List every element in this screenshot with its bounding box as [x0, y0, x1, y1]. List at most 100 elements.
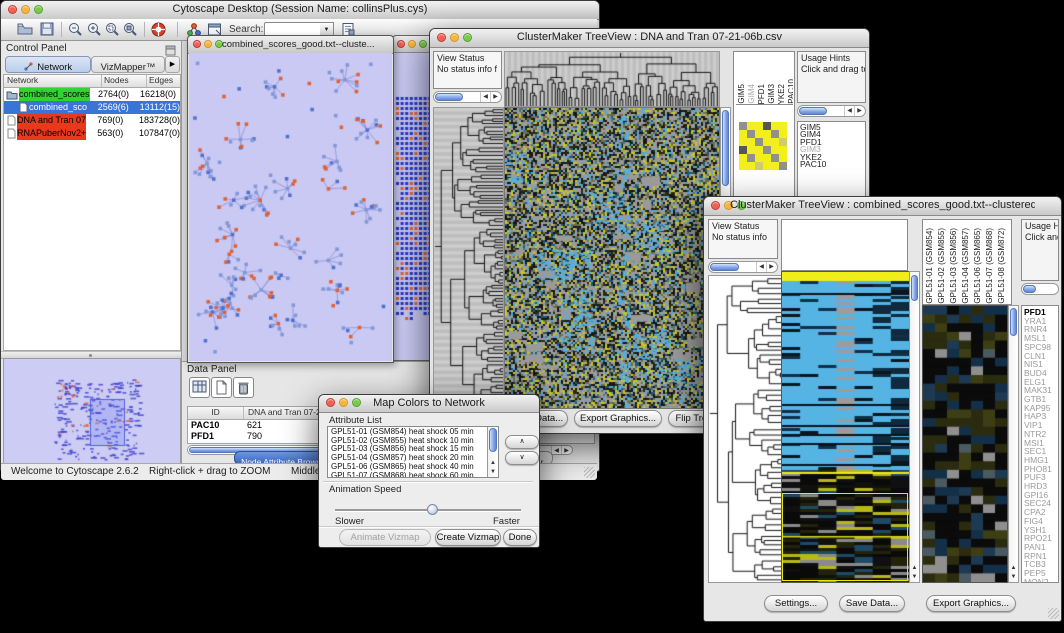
column-label[interactable]: GPL51-02 (GSM855) [937, 228, 946, 304]
attribute-item[interactable]: GPL51-07 (GSM868) heat shock 60 min [331, 472, 498, 478]
table-row[interactable]: combined_sco 2569(6) 13112(15) [4, 101, 180, 114]
view-status-hscrollbar[interactable]: ◀▶ [433, 91, 502, 103]
save-data-button[interactable]: Save Data... [839, 595, 905, 612]
tab-network[interactable]: Network [5, 56, 91, 73]
scroll-right-icon[interactable]: ▶ [561, 446, 571, 454]
matrix-cell[interactable] [771, 130, 779, 138]
scroll-down-icon[interactable]: ▼ [912, 574, 918, 580]
matrix-cell[interactable] [763, 154, 771, 162]
column-label[interactable]: GPL51-07 (GSM868) [985, 228, 994, 304]
matrix-cell[interactable] [747, 122, 755, 130]
gene-label[interactable]: MON2 [1024, 578, 1058, 583]
export-graphics-button[interactable]: Export Graphics... [926, 595, 1016, 612]
animate-vizmap-button[interactable]: Animate Vizmap [339, 529, 431, 546]
move-up-button[interactable]: ∧ [505, 435, 539, 449]
zoom-out-icon[interactable] [68, 22, 83, 42]
matrix-cell[interactable] [771, 138, 779, 146]
matrix-cell[interactable] [739, 122, 747, 130]
column-label[interactable]: PAC10 [787, 79, 793, 104]
matrix-cell[interactable] [779, 162, 787, 170]
resize-grip[interactable] [1048, 608, 1059, 619]
matrix-cell[interactable] [747, 138, 755, 146]
main-titlebar[interactable]: Cytoscape Desktop (Session Name: collins… [1, 1, 599, 20]
minimize-icon[interactable] [408, 40, 416, 48]
table-row[interactable]: DNA and Tran 07 769(0) 183728(0) [4, 114, 180, 127]
scroll-down-icon[interactable]: ▼ [490, 469, 496, 475]
close-icon[interactable] [437, 33, 446, 42]
zoom-in-icon[interactable] [87, 22, 102, 42]
table-row[interactable]: RNAPuberNov2+ 563(0) 107847(0) [4, 127, 180, 140]
close-icon[interactable] [397, 40, 405, 48]
scroll-thumb[interactable] [722, 110, 729, 186]
matrix-cell[interactable] [779, 138, 787, 146]
column-label[interactable]: GPL51-03 (GSM856) [949, 228, 958, 304]
matrix-cell[interactable] [747, 162, 755, 170]
scroll-right-icon[interactable]: ▶ [854, 106, 864, 116]
scroll-thumb[interactable] [799, 107, 827, 115]
dialog-titlebar[interactable]: Map Colors to Network [319, 395, 539, 413]
matrix-cell[interactable] [739, 154, 747, 162]
column-label[interactable]: GIM5 [737, 84, 746, 104]
scroll-left-icon[interactable]: ◀ [844, 106, 854, 116]
col-header-nodes[interactable]: Nodes [102, 75, 147, 87]
table-mode-icon[interactable] [189, 377, 210, 398]
matrix-cell[interactable] [763, 122, 771, 130]
scroll-thumb[interactable] [911, 275, 918, 301]
scroll-thumb[interactable] [1010, 308, 1017, 336]
scroll-right-icon[interactable]: ▶ [766, 262, 776, 272]
matrix-cell[interactable] [739, 130, 747, 138]
matrix-cell[interactable] [755, 146, 763, 154]
column-label[interactable]: GPL51-08 (GSM872) [997, 228, 1006, 304]
view-status-hscrollbar[interactable]: ◀▶ [708, 261, 778, 273]
export-graphics-button[interactable]: Export Graphics... [574, 410, 662, 427]
close-icon[interactable] [711, 201, 720, 210]
tab-overflow-button[interactable]: ▶ [165, 56, 180, 73]
column-label[interactable]: YKE2 [777, 84, 786, 104]
column-label[interactable]: GPL51-04 (GSM857) [961, 228, 970, 304]
column-label[interactable]: GPL51-01 (GSM854) [925, 228, 934, 304]
move-down-button[interactable]: ∨ [505, 451, 539, 465]
usage-hscrollbar[interactable]: ◀▶ [797, 105, 866, 117]
tab-vizmapper[interactable]: VizMapper™ [91, 56, 165, 73]
zoom-fit-icon[interactable] [123, 22, 138, 42]
heatmap[interactable] [504, 107, 720, 409]
treeview2-titlebar[interactable]: ClusterMaker TreeView : combined_scores_… [704, 197, 1061, 216]
matrix-cell[interactable] [779, 154, 787, 162]
matrix-cell[interactable] [771, 154, 779, 162]
scroll-down-icon[interactable]: ▼ [1011, 574, 1017, 580]
heatmap-selection[interactable] [782, 493, 908, 581]
close-icon[interactable] [8, 5, 17, 14]
matrix-cell[interactable] [739, 146, 747, 154]
matrix-cell[interactable] [763, 138, 771, 146]
col-header-network[interactable]: Network [4, 75, 102, 87]
matrix-cell[interactable] [763, 162, 771, 170]
similarity-matrix[interactable] [739, 122, 787, 170]
column-label[interactable]: GPL51-06 (GSM865) [973, 228, 982, 304]
gene-list[interactable]: PFD1YRA1RNR4MSL1SPC98CLN1NIS1BUD4ELG1MAK… [1021, 305, 1059, 583]
network-canvas[interactable] [189, 53, 392, 361]
scroll-left-icon[interactable]: ◀ [756, 262, 766, 272]
row-dendrogram[interactable] [433, 107, 504, 409]
scroll-up-icon[interactable]: ▲ [490, 460, 496, 466]
resize-grip[interactable] [584, 467, 595, 478]
table-row[interactable]: combined_scores 2764(0) 16218(0) [4, 88, 180, 101]
zoom-heatmap[interactable] [922, 305, 1008, 583]
scroll-thumb[interactable] [710, 263, 739, 271]
matrix-cell[interactable] [747, 130, 755, 138]
save-icon[interactable] [40, 22, 54, 41]
zoom-vscrollbar[interactable]: ▲▼ [1008, 305, 1019, 583]
slider-thumb[interactable] [427, 504, 438, 515]
scroll-thumb[interactable] [435, 93, 463, 101]
column-label[interactable]: PFD1 [757, 84, 766, 104]
close-icon[interactable] [326, 398, 335, 407]
create-vizmap-button[interactable]: Create Vizmap [435, 529, 501, 546]
matrix-cell[interactable] [771, 122, 779, 130]
zoom-selected-icon[interactable] [105, 22, 120, 42]
usage-hscrollbar[interactable] [1021, 283, 1059, 295]
column-dendrogram[interactable] [504, 51, 720, 107]
matrix-cell[interactable] [747, 154, 755, 162]
matrix-cell[interactable] [771, 162, 779, 170]
delete-attribute-icon[interactable] [233, 377, 254, 398]
close-icon[interactable] [193, 40, 201, 48]
matrix-cell[interactable] [747, 146, 755, 154]
